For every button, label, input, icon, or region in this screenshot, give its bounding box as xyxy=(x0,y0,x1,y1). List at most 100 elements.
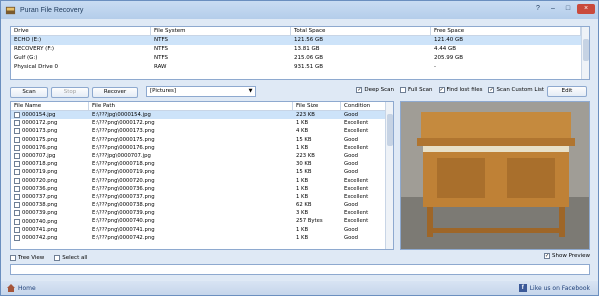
check-icon: ✓ xyxy=(356,87,363,93)
file-row[interactable]: 0000172.png E:\???png\0000172.png 1 KB Exce… xyxy=(11,119,393,127)
check-icon xyxy=(399,87,406,93)
file-row[interactable]: 0000720.png E:\???png\0000720.png 1 KB Exce… xyxy=(11,177,393,185)
scroll-thumb[interactable] xyxy=(387,114,393,146)
file-row[interactable]: 0000173.png E:\???png\0000173.png 4 KB Exce… xyxy=(11,127,393,135)
file-checkbox[interactable] xyxy=(14,153,20,160)
file-cell-name: 0000707.jpg xyxy=(11,152,89,160)
facebook-link[interactable]: f Like us on Facebook xyxy=(518,284,590,292)
minimize-button[interactable]: – xyxy=(547,4,559,14)
col-file-system[interactable]: File System xyxy=(151,27,291,35)
file-checkbox[interactable] xyxy=(14,234,20,241)
file-checkbox[interactable] xyxy=(14,202,20,209)
file-checkbox[interactable] xyxy=(14,120,20,127)
file-name: 0000737.png xyxy=(22,193,58,200)
files-scrollbar[interactable] xyxy=(385,102,393,249)
file-checkbox[interactable] xyxy=(14,136,20,143)
scroll-thumb[interactable] xyxy=(583,39,589,61)
file-checkbox[interactable] xyxy=(14,193,20,200)
find-lost-label: Find lost files xyxy=(446,87,483,93)
file-checkbox[interactable] xyxy=(14,144,20,151)
file-checkbox[interactable] xyxy=(14,185,20,192)
file-cell-size: 1 KB xyxy=(296,226,309,233)
file-row[interactable]: 0000736.png E:\???png\0000736.png 1 KB Exce… xyxy=(11,185,393,193)
file-checkbox[interactable] xyxy=(14,161,20,168)
file-cell-name: 0000175.png xyxy=(11,136,89,144)
home-icon xyxy=(7,284,15,292)
file-checkbox[interactable] xyxy=(14,177,20,184)
col-file-name[interactable]: File Name xyxy=(11,102,89,110)
drive-cell-drive: Physical Drive 0 xyxy=(14,64,59,70)
close-button[interactable]: × xyxy=(577,4,595,14)
select-all-checkbox[interactable]: Select all xyxy=(54,253,87,262)
col-drive[interactable]: Drive xyxy=(11,27,151,35)
file-row[interactable]: 0000718.png E:\???png\0000718.png 30 KB Goo… xyxy=(11,160,393,168)
col-condition[interactable]: Condition xyxy=(341,102,387,110)
recover-button[interactable]: Recover xyxy=(92,86,138,98)
tree-view-checkbox[interactable]: Tree View xyxy=(10,253,44,262)
file-cell-cond: Good xyxy=(344,152,358,159)
col-file-path[interactable]: File Path xyxy=(89,102,293,110)
home-link[interactable]: Home xyxy=(7,284,36,292)
scan-custom-label: Scan Custom List xyxy=(496,87,544,93)
file-cell-name: 0000741.png xyxy=(11,226,89,234)
file-cell-name: 0000173.png xyxy=(11,127,89,135)
file-checkbox[interactable] xyxy=(14,226,20,233)
file-row[interactable]: 0000154.jpg E:\???jpg\0000154.jpg 223 KB Go… xyxy=(11,111,393,120)
drive-cell-total: 215.06 GB xyxy=(294,55,324,61)
window-title: Puran File Recovery xyxy=(20,6,84,14)
deep-scan-label: Deep Scan xyxy=(364,87,394,93)
file-cell-name: 0000740.png xyxy=(11,217,89,225)
col-total-space[interactable]: Total Space xyxy=(291,27,431,35)
file-row[interactable]: 0000738.png E:\???png\0000738.png 62 KB Goo… xyxy=(11,201,393,209)
file-checkbox[interactable] xyxy=(14,128,20,135)
file-row[interactable]: 0000740.png E:\???png\0000740.png 257 Byte… xyxy=(11,217,393,225)
chevron-down-icon[interactable]: ▼ xyxy=(247,88,254,95)
file-name: 0000719.png xyxy=(22,169,58,176)
file-cell-size: 1 KB xyxy=(296,120,309,127)
show-preview-checkbox[interactable]: ✓ Show Preview xyxy=(544,253,590,259)
file-row[interactable]: 0000741.png E:\???png\0000741.png 1 KB Good xyxy=(11,226,393,234)
col-free-space[interactable]: Free Space xyxy=(431,27,581,35)
drive-row[interactable]: RECOVERY (F:) NTFS 13.81 GB 4.44 GB xyxy=(11,45,589,54)
file-row[interactable]: 0000175.png E:\???png\0000175.png 15 KB Goo… xyxy=(11,136,393,144)
deep-scan-checkbox[interactable]: ✓ Deep Scan xyxy=(356,87,394,93)
files-table[interactable]: File Name File Path File Size Condition … xyxy=(10,101,394,250)
file-row[interactable]: 0000737.png E:\???png\0000737.png 1 KB Exce… xyxy=(11,193,393,201)
drives-table[interactable]: Drive File System Total Space Free Space… xyxy=(10,26,590,80)
file-cell-cond: Excellent xyxy=(344,185,369,192)
title-bar: Puran File Recovery ? – □ × xyxy=(1,1,598,19)
show-preview-label: Show Preview xyxy=(552,253,590,259)
file-checkbox[interactable] xyxy=(14,210,20,217)
find-lost-files-checkbox[interactable]: ✓ Find lost files xyxy=(438,87,483,93)
file-checkbox[interactable] xyxy=(14,218,20,225)
maximize-button[interactable]: □ xyxy=(562,4,574,14)
file-row[interactable]: 0000176.png E:\???png\0000176.png 1 KB Exce… xyxy=(11,144,393,152)
file-cell-cond: Good xyxy=(344,226,358,233)
file-row[interactable]: 0000707.jpg E:\???jpg\0000707.jpg 223 KB Go… xyxy=(11,152,393,160)
file-cell-cond: Excellent xyxy=(344,177,369,184)
file-checkbox[interactable] xyxy=(14,169,20,176)
drive-row[interactable]: Physical Drive 0 RAW 931.51 GB - xyxy=(11,63,589,72)
col-file-size[interactable]: File Size xyxy=(293,102,341,110)
stop-button[interactable]: Stop xyxy=(51,86,89,98)
app-icon xyxy=(5,6,16,14)
scan-button[interactable]: Scan xyxy=(10,86,48,98)
file-cell-path: E:\???png\0000175.png xyxy=(92,136,155,143)
edit-button[interactable]: Edit xyxy=(547,86,587,97)
file-name: 0000742.png xyxy=(22,234,58,241)
full-scan-checkbox[interactable]: Full Scan xyxy=(399,87,433,93)
file-row[interactable]: 0000742.png E:\???png\0000742.png 1 KB Good xyxy=(11,234,393,242)
drive-row[interactable]: Gulf (G:) NTFS 215.06 GB 205.99 GB xyxy=(11,54,589,63)
file-checkbox[interactable] xyxy=(14,112,20,119)
drives-scrollbar[interactable] xyxy=(581,27,589,79)
help-button[interactable]: ? xyxy=(532,4,544,14)
file-row[interactable]: 0000739.png E:\???png\0000739.png 3 KB Exce… xyxy=(11,209,393,217)
file-name: 0000720.png xyxy=(22,177,58,184)
facebook-icon: f xyxy=(518,284,527,292)
file-cell-size: 62 KB xyxy=(296,202,312,209)
file-cell-name: 0000176.png xyxy=(11,144,89,152)
file-type-filter[interactable]: [Pictures] ▼ xyxy=(146,86,256,97)
scan-custom-list-checkbox[interactable]: ✓ Scan Custom List xyxy=(488,87,544,93)
drive-row[interactable]: ECHO (E:) NTFS 121.56 GB 121.40 GB xyxy=(11,36,589,45)
file-row[interactable]: 0000719.png E:\???png\0000719.png 15 KB Goo… xyxy=(11,168,393,176)
